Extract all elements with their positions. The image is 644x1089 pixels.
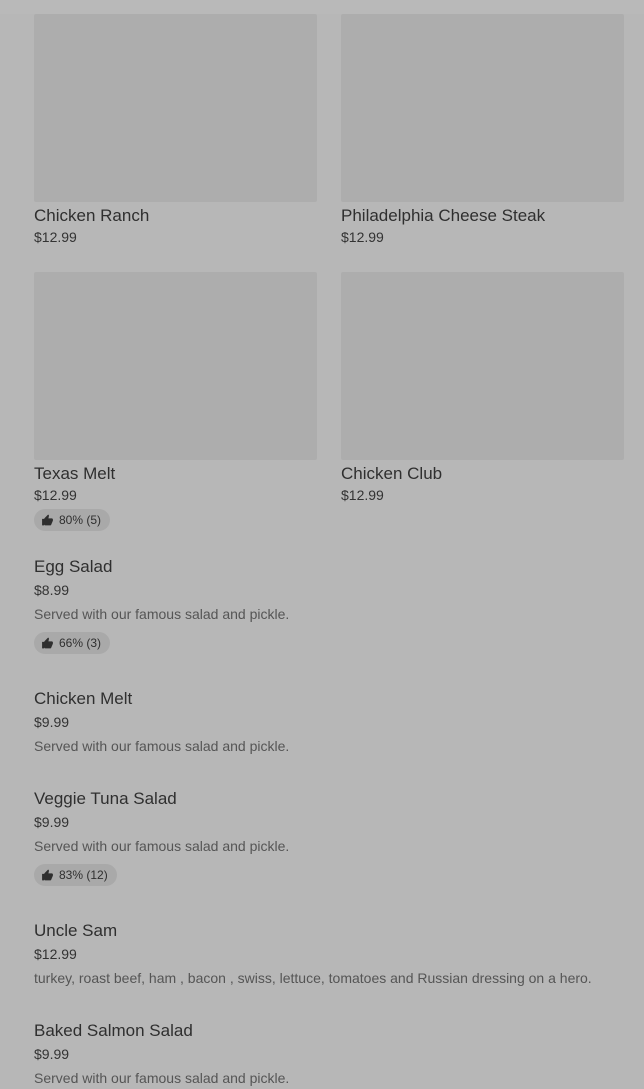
rating-badge: 83% (12) [34, 864, 117, 886]
menu-item-egg-salad[interactable]: Egg Salad $8.99 Served with our famous s… [34, 556, 624, 655]
menu-item-baked-salmon-salad[interactable]: Baked Salmon Salad $9.99 Served with our… [34, 1020, 624, 1088]
item-name: Egg Salad [34, 557, 113, 576]
menu-card-philadelphia-cheese-steak[interactable]: Philadelphia Cheese Steak $12.99 [341, 14, 624, 247]
thumbs-up-icon [42, 514, 53, 525]
item-description: Served with our famous salad and pickle. [34, 738, 290, 754]
menu-page: Chicken Ranch $12.99 Philadelphia Cheese… [0, 0, 644, 1089]
item-price: $9.99 [34, 1046, 70, 1062]
item-price: $9.99 [34, 814, 70, 830]
top-edge [0, 0, 644, 14]
rating-badge: 66% (3) [34, 632, 111, 654]
item-name: Uncle Sam [34, 921, 118, 940]
item-price: $12.99 [34, 229, 77, 245]
item-price: $12.99 [341, 229, 384, 245]
item-description: Served with our famous salad and pickle. [34, 838, 290, 854]
item-name: Veggie Tuna Salad [34, 789, 177, 808]
menu-card-chicken-club[interactable]: Chicken Club $12.99 [341, 272, 624, 505]
rating-text: 80% (5) [59, 513, 102, 527]
item-description: Served with our famous salad and pickle. [34, 606, 290, 622]
rating-badge: 80% (5) [34, 509, 111, 531]
item-name: Chicken Melt [34, 689, 133, 708]
rating-text: 66% (3) [59, 636, 102, 650]
menu-card-texas-melt[interactable]: Texas Melt $12.99 80% (5) [34, 272, 317, 532]
item-image [34, 14, 317, 202]
thumbs-up-icon [42, 869, 53, 880]
item-name: Philadelphia Cheese Steak [341, 206, 546, 225]
rating-text: 83% (12) [59, 868, 108, 882]
item-name: Baked Salmon Salad [34, 1021, 193, 1040]
item-image [341, 272, 624, 460]
item-price: $12.99 [341, 487, 384, 503]
item-image [34, 272, 317, 460]
item-name: Texas Melt [34, 464, 116, 483]
menu-card-chicken-ranch[interactable]: Chicken Ranch $12.99 [34, 14, 317, 247]
item-price: $12.99 [34, 946, 77, 962]
menu-item-uncle-sam[interactable]: Uncle Sam $12.99 turkey, roast beef, ham… [34, 920, 624, 988]
item-name: Chicken Club [341, 464, 443, 483]
item-image [341, 14, 624, 202]
item-name: Chicken Ranch [34, 206, 150, 225]
thumbs-up-icon [42, 637, 53, 648]
menu-item-veggie-tuna-salad[interactable]: Veggie Tuna Salad $9.99 Served with our … [34, 788, 624, 887]
item-description: Served with our famous salad and pickle. [34, 1070, 290, 1086]
menu-item-chicken-melt[interactable]: Chicken Melt $9.99 Served with our famou… [34, 688, 624, 756]
item-price: $12.99 [34, 487, 77, 503]
item-description: turkey, roast beef, ham , bacon , swiss,… [34, 970, 592, 986]
item-price: $8.99 [34, 582, 70, 598]
item-price: $9.99 [34, 714, 70, 730]
